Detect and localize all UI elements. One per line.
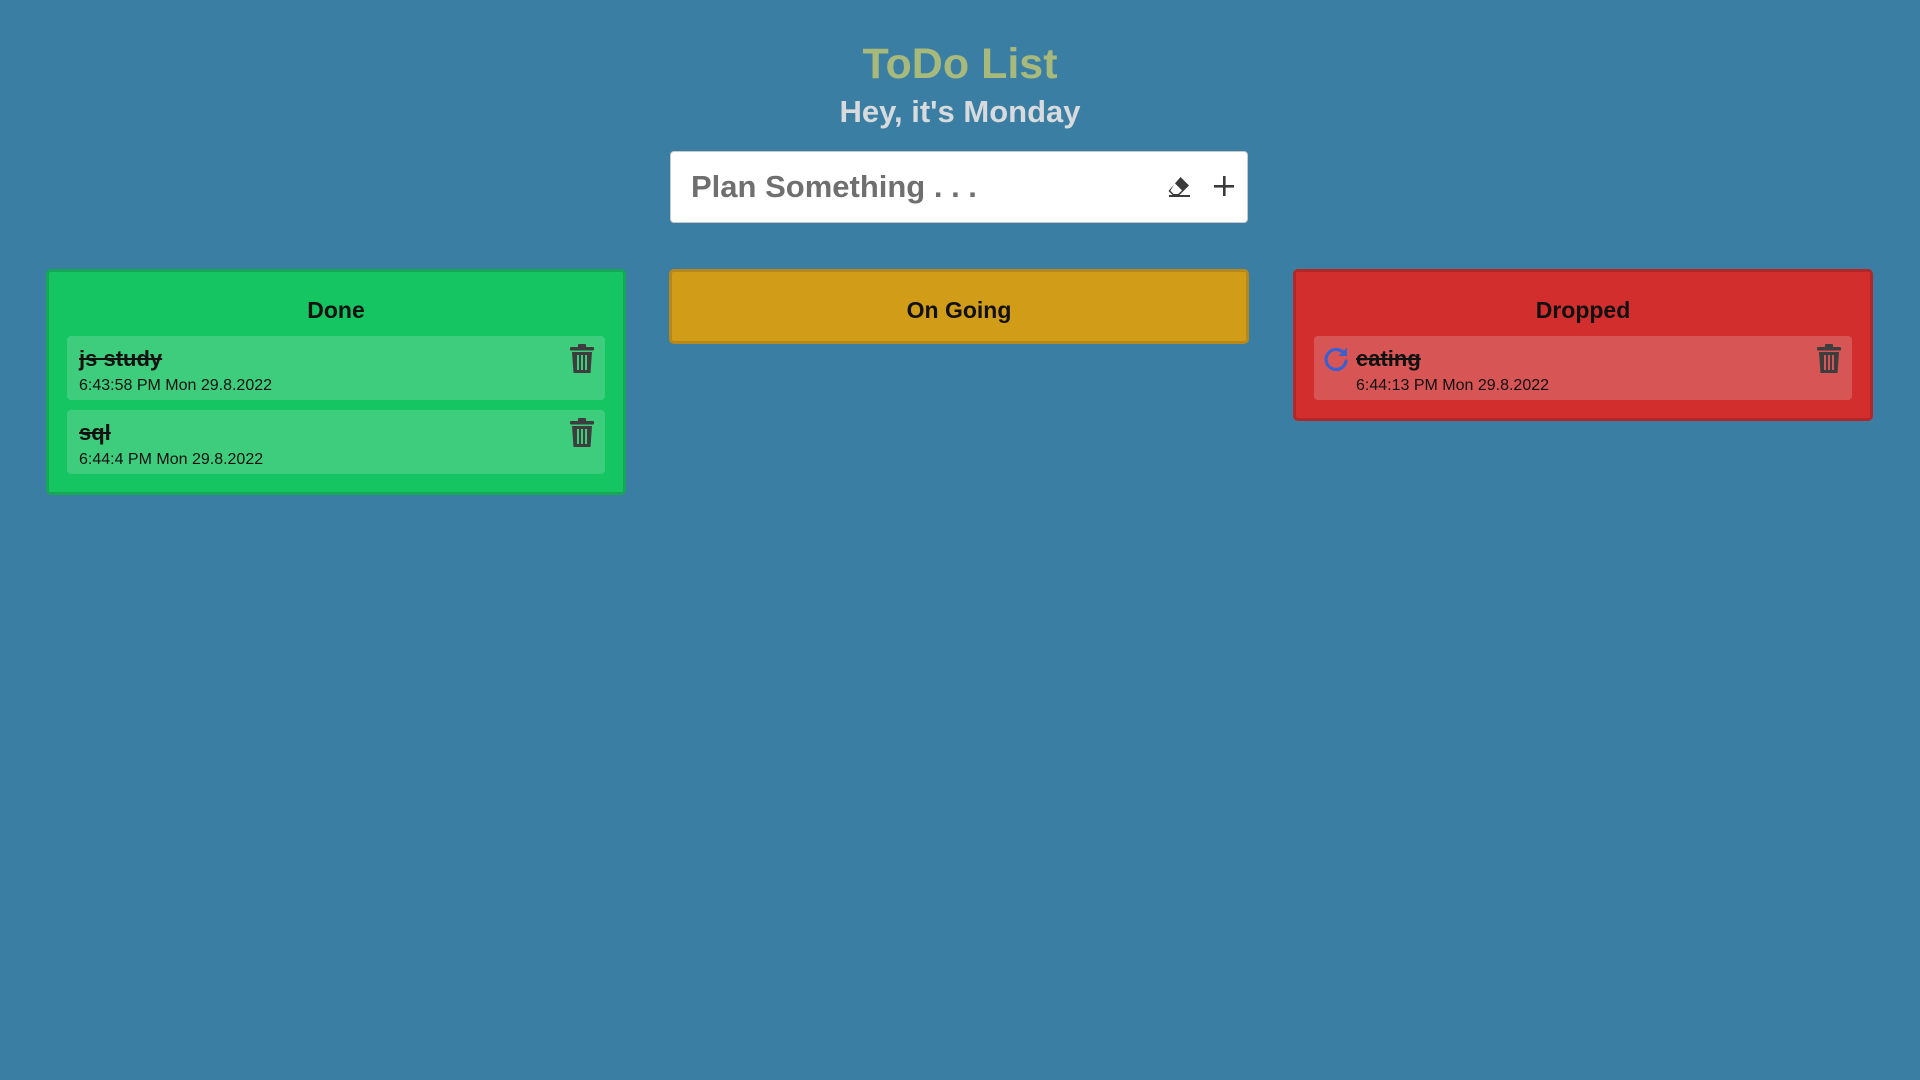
ongoing-column-header: On Going [906, 297, 1012, 323]
ongoing-column: On Going [669, 269, 1249, 344]
task-input-container [670, 151, 1248, 223]
done-column-header: Done [307, 297, 365, 323]
add-task-button[interactable] [1206, 168, 1242, 204]
plus-icon [1214, 176, 1234, 196]
task-name: eating [1356, 346, 1421, 371]
dropped-column-header: Dropped [1535, 297, 1631, 323]
task-input[interactable] [671, 156, 1133, 218]
clear-input-button[interactable] [1161, 168, 1197, 204]
task-item[interactable]: js study 6:43:58 PM Mon 29.8.2022 [67, 336, 605, 400]
task-timestamp: 6:43:58 PM Mon 29.8.2022 [79, 377, 273, 394]
restore-icon[interactable] [1322, 345, 1350, 373]
task-item[interactable]: sql 6:44:4 PM Mon 29.8.2022 [67, 410, 605, 474]
trash-icon[interactable] [569, 344, 595, 374]
done-column: Done js study 6:43:58 PM Mon 29.8.2022 s… [46, 269, 626, 495]
trash-icon[interactable] [1816, 344, 1842, 374]
eraser-icon [1168, 177, 1190, 197]
task-name: sql [79, 420, 111, 445]
task-name: js study [79, 346, 163, 371]
page-subtitle: Hey, it's Monday [839, 94, 1081, 129]
task-item[interactable]: eating 6:44:13 PM Mon 29.8.2022 [1314, 336, 1852, 400]
dropped-column: Dropped eating 6:44:13 PM Mon 29.8.2022 [1293, 269, 1873, 421]
page-title: ToDo List [862, 40, 1058, 88]
trash-icon[interactable] [569, 418, 595, 448]
task-timestamp: 6:44:13 PM Mon 29.8.2022 [1356, 377, 1550, 394]
todo-app: ToDo List Hey, it's Monday Done js study… [0, 0, 1920, 1080]
task-timestamp: 6:44:4 PM Mon 29.8.2022 [79, 451, 264, 468]
